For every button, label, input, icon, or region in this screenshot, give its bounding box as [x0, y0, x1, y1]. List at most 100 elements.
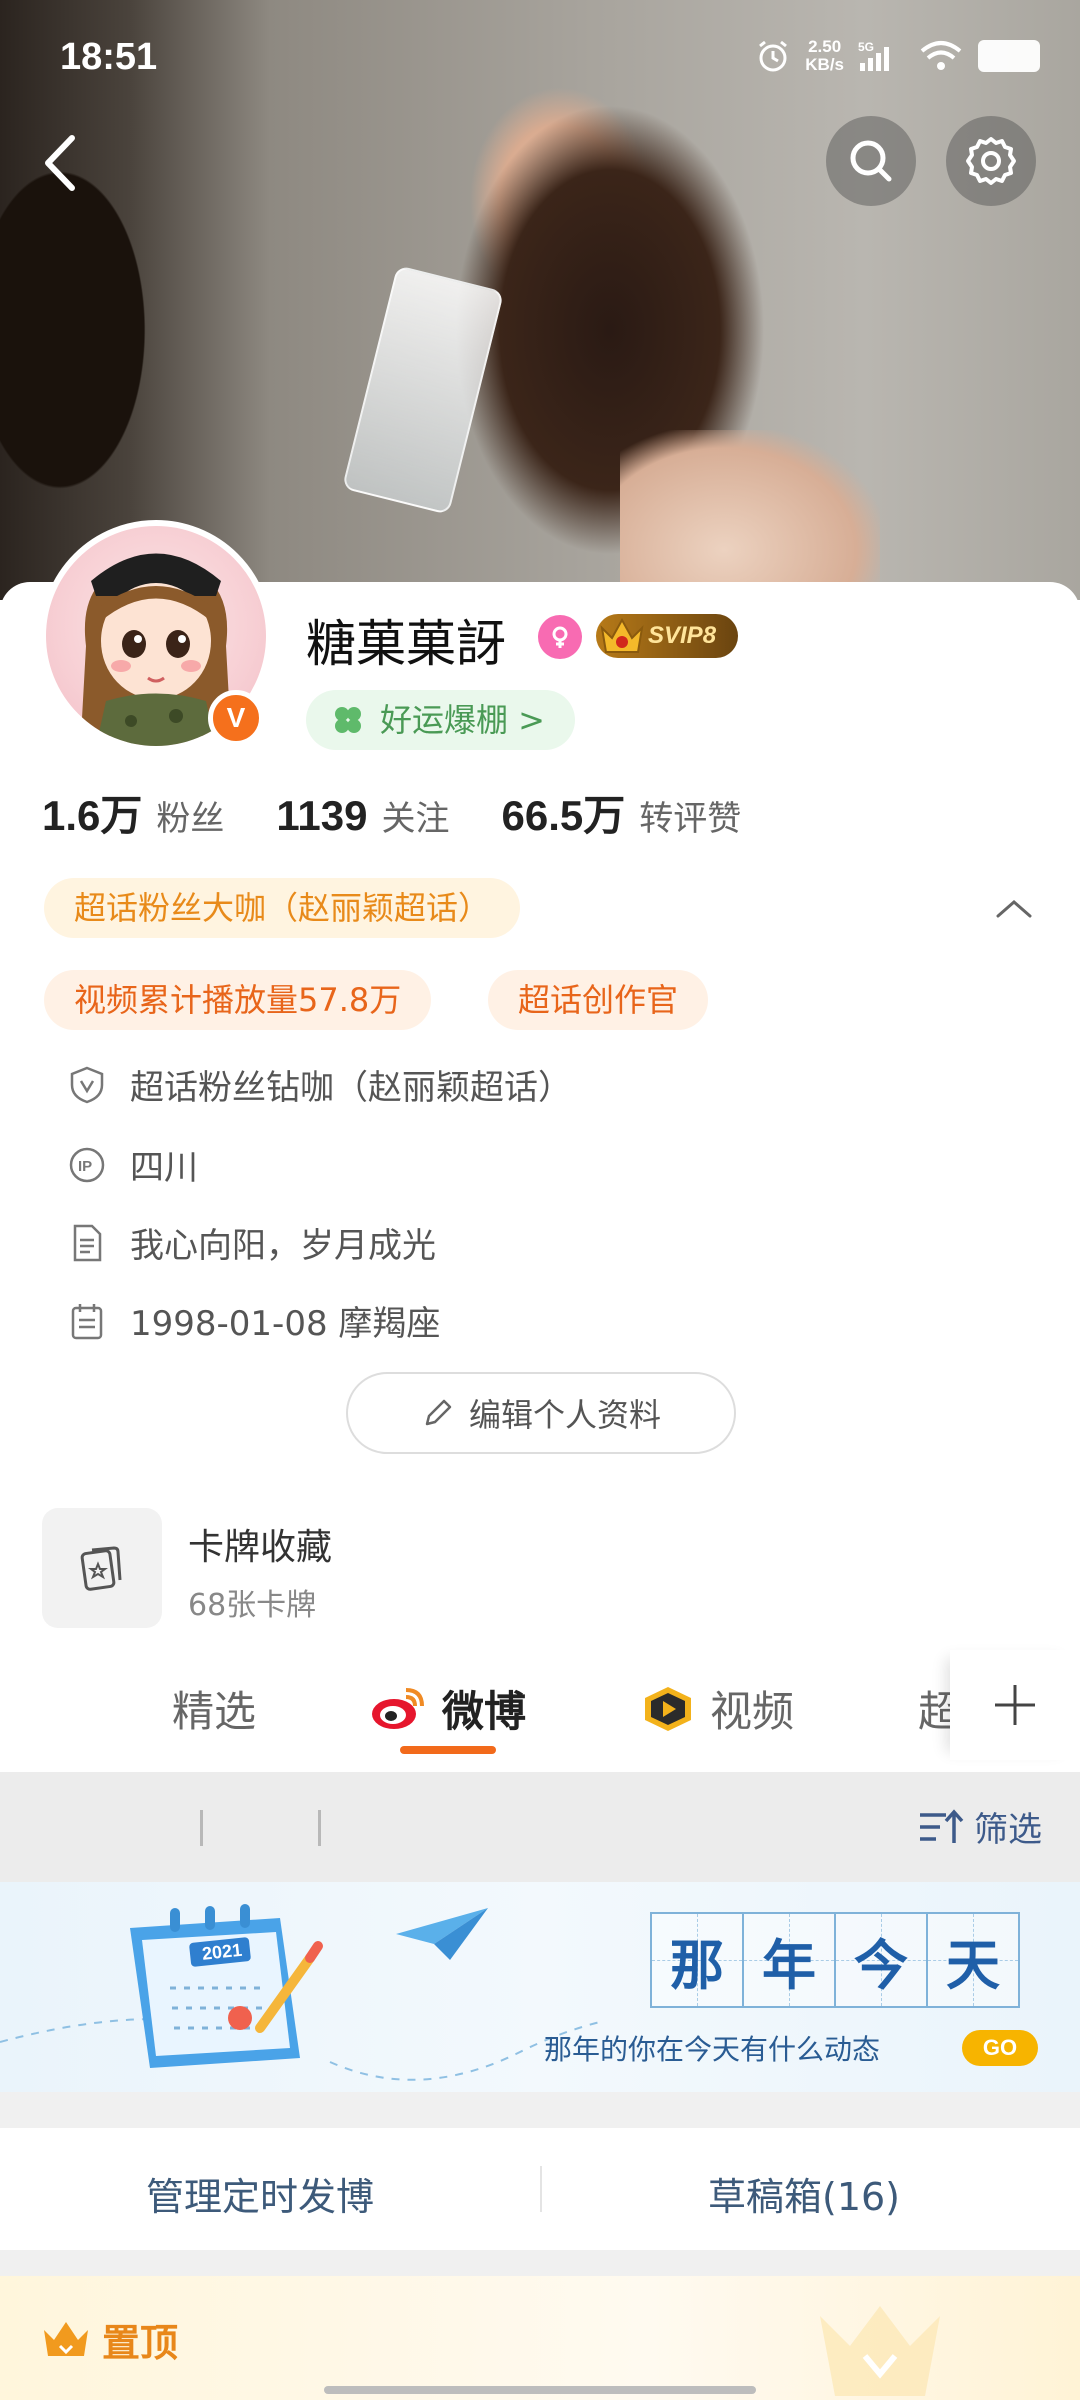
- title-char: 年: [762, 1932, 816, 1997]
- verified-badge: V: [208, 690, 264, 746]
- back-button[interactable]: [36, 128, 86, 198]
- on-this-day-banner[interactable]: 2021 那 年 今 天 那年的你在今天有什么动态 GO: [0, 1882, 1080, 2092]
- drafts-button[interactable]: 草稿箱(16): [708, 2166, 900, 2221]
- net-speed: 2.50 KB/s: [805, 38, 844, 74]
- female-icon: [538, 615, 582, 659]
- search-button[interactable]: [826, 116, 916, 206]
- superfan-tag[interactable]: 超话粉丝大咖（赵丽颖超话）: [44, 878, 521, 938]
- creator-tag[interactable]: 超话创作官: [488, 970, 709, 1030]
- crown-icon: [44, 2321, 88, 2356]
- card-collection-title[interactable]: 卡牌收藏: [188, 1518, 332, 1570]
- tab-featured-label: 精选: [172, 1687, 257, 1736]
- on-this-day-subtitle: 那年的你在今天有什么动态: [544, 2033, 881, 2066]
- go-button[interactable]: GO: [962, 2030, 1038, 2066]
- pencil-icon: [425, 1399, 452, 1426]
- on-this-day-title: 那 年 今 天: [650, 1912, 1020, 2008]
- pinned-text: 置顶: [102, 2321, 179, 2365]
- info-bio-text: 我心向阳，岁月成光: [130, 1226, 436, 1266]
- title-char: 天: [946, 1932, 1000, 1997]
- info-fan-level: 超话粉丝钻咖（赵丽颖超话）: [66, 1060, 572, 1109]
- stat-followers-label: 粉丝: [156, 799, 225, 839]
- card-collection-icon: [80, 1546, 122, 1591]
- battery-icon: [978, 40, 1040, 72]
- tab-video-label: 视频: [710, 1687, 795, 1736]
- filter-bar: 筛选: [0, 1772, 1080, 1882]
- paper-plane-icon: [396, 1908, 488, 1960]
- info-bio: 我心向阳，岁月成光: [66, 1218, 436, 1267]
- alarm-icon: [759, 40, 788, 72]
- stat-following-value: 1139: [276, 792, 368, 839]
- calendar-illustration: 2021: [130, 1904, 323, 2068]
- info-ip: IP 四川: [66, 1140, 198, 1189]
- title-char: 那: [670, 1932, 724, 1997]
- luck-status-chip[interactable]: 好运爆棚 >: [306, 690, 575, 750]
- section-gap: [0, 2092, 1080, 2128]
- shield-icon: [70, 1066, 104, 1103]
- title-cell: 今: [834, 1912, 928, 2008]
- stat-engagement-label: 转评赞: [639, 799, 742, 839]
- card-collection-thumb[interactable]: [42, 1508, 162, 1628]
- luck-status-label: 好运爆棚 >: [380, 701, 545, 739]
- stat-following[interactable]: 1139 关注: [276, 791, 449, 840]
- active-tab-indicator: [400, 1746, 496, 1754]
- profile-name: 糖菓菓訝: [306, 615, 506, 673]
- tab-weibo[interactable]: 微博: [370, 1678, 526, 1739]
- title-char: 今: [854, 1932, 908, 1997]
- add-tab-button[interactable]: [950, 1650, 1080, 1760]
- title-cell: 年: [742, 1912, 836, 2008]
- filter-divider: [318, 1810, 321, 1846]
- content-tabs: 精选 微博 视频 超: [0, 1650, 1080, 1770]
- title-cell: 那: [650, 1912, 744, 2008]
- svip-label: SVIP8: [648, 622, 717, 649]
- pinned-decoration: [820, 2306, 940, 2396]
- crown-icon: [600, 617, 644, 653]
- gear-icon: [966, 137, 1016, 185]
- pinned-label: 置顶: [40, 2312, 178, 2367]
- info-birthday-text: 1998-01-08 摩羯座: [130, 1304, 441, 1344]
- net-speed-unit: KB/s: [805, 55, 844, 74]
- settings-button[interactable]: [946, 116, 1036, 206]
- video-play-icon: [645, 1686, 691, 1731]
- cover-glass: [341, 265, 505, 515]
- stat-engagement-value: 66.5万: [501, 792, 626, 839]
- document-icon: [73, 1224, 102, 1261]
- search-icon: [850, 140, 892, 182]
- chevron-up-icon[interactable]: [990, 890, 1038, 926]
- stat-following-label: 关注: [381, 799, 450, 839]
- status-icons: 2.50 KB/s 5G: [755, 38, 1040, 74]
- info-birthday: 1998-01-08 摩羯座: [66, 1296, 440, 1345]
- manage-divider: [540, 2166, 542, 2212]
- tab-weibo-label: 微博: [442, 1687, 527, 1736]
- status-bar: 18:51 2.50 KB/s 5G: [0, 0, 1080, 120]
- profile-stats: 1.6万 粉丝 1139 关注 66.5万 转评赞: [42, 782, 741, 843]
- stat-engagement[interactable]: 66.5万 转评赞: [502, 782, 742, 843]
- tab-featured[interactable]: 精选: [172, 1678, 256, 1739]
- edit-profile-label: 编辑个人资料: [468, 1396, 661, 1434]
- svip-badge[interactable]: SVIP8: [596, 614, 739, 658]
- edit-profile-button[interactable]: 编辑个人资料: [346, 1372, 736, 1454]
- net-speed-value: 2.50: [808, 37, 842, 56]
- svg-text:5G: 5G: [858, 40, 874, 54]
- info-ip-text: 四川: [130, 1148, 198, 1188]
- video-views-tag[interactable]: 视频累计播放量57.8万: [44, 970, 432, 1030]
- signal-icon: 5G: [858, 40, 889, 71]
- info-fan-level-text: 超话粉丝钻咖（赵丽颖超话）: [130, 1068, 572, 1108]
- pinned-post-header: 置顶: [0, 2276, 1080, 2400]
- title-cell: 天: [926, 1912, 1020, 2008]
- tab-video[interactable]: 视频: [640, 1678, 794, 1739]
- home-indicator: [324, 2386, 756, 2394]
- scheduled-posts-button[interactable]: 管理定时发博: [146, 2166, 374, 2221]
- weibo-icon: [372, 1687, 424, 1729]
- stat-followers[interactable]: 1.6万 粉丝: [42, 782, 224, 843]
- calendar-year: 2021: [201, 1940, 243, 1964]
- sort-filter-icon: [920, 1808, 964, 1843]
- filter-label: 筛选: [974, 1810, 1042, 1850]
- stat-followers-value: 1.6万: [42, 792, 143, 839]
- filter-divider: [200, 1810, 203, 1846]
- calendar-icon: [71, 1303, 103, 1339]
- svg-text:IP: IP: [78, 1158, 92, 1175]
- card-collection-count: 68张卡牌: [188, 1588, 317, 1623]
- clover-icon: [335, 707, 361, 733]
- filter-button[interactable]: 筛选: [916, 1802, 1042, 1851]
- status-time: 18:51: [60, 36, 158, 78]
